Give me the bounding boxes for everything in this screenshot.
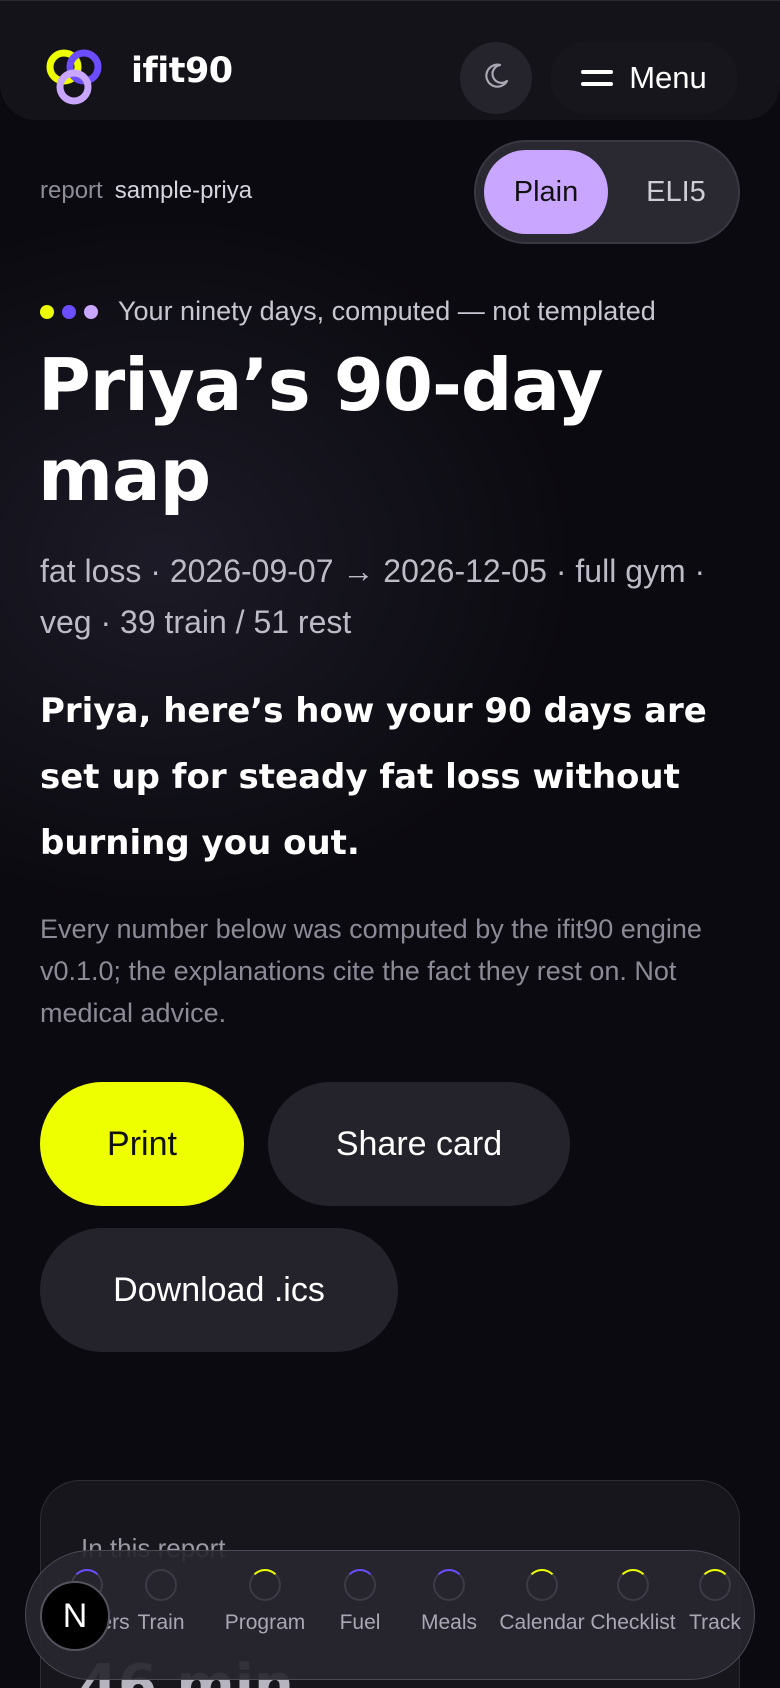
nav-item-train[interactable]: Train	[124, 1565, 198, 1665]
nav-label: Train	[137, 1611, 185, 1634]
mode-option-plain[interactable]: Plain	[484, 150, 608, 234]
share-card-button[interactable]: Share card	[268, 1082, 570, 1206]
report-id-value: sample-priya	[114, 177, 253, 204]
progress-ring-icon	[433, 1569, 465, 1601]
progress-ring-icon	[344, 1569, 376, 1601]
explanation-mode-toggle: Plain ELI5	[474, 140, 740, 244]
download-ics-button[interactable]: Download .ics	[40, 1228, 398, 1352]
brand-logo-icon[interactable]	[44, 47, 108, 109]
nav-label: Track	[689, 1611, 741, 1634]
nav-label: Fuel	[339, 1611, 381, 1634]
disclaimer-note: Every number below was computed by the i…	[40, 914, 702, 1028]
menu-button[interactable]: Menu	[550, 42, 738, 114]
nav-item-fuel[interactable]: Fuel	[326, 1565, 394, 1665]
mode-option-eli5[interactable]: ELI5	[626, 150, 726, 234]
report-id-row: report sample-priya	[40, 177, 252, 205]
theme-toggle-button[interactable]	[460, 42, 532, 114]
print-button[interactable]: Print	[40, 1082, 244, 1206]
lilac-dot-icon	[84, 304, 98, 319]
nav-label: Program	[224, 1611, 306, 1634]
top-header: ifit90 Menu	[0, 0, 780, 120]
progress-ring-icon	[617, 1569, 649, 1601]
nav-label: Meals	[420, 1611, 478, 1634]
plan-meta: fat loss · 2026-09-07 → 2026-12-05 · ful…	[40, 553, 706, 640]
hamburger-icon	[581, 68, 614, 88]
purple-dot-icon	[62, 304, 76, 319]
hero-eyebrow: Your ninety days, computed — not templat…	[40, 296, 656, 327]
report-key-label: report	[40, 177, 103, 204]
yellow-dot-icon	[40, 304, 54, 319]
framework-badge[interactable]: N	[40, 1581, 110, 1651]
progress-ring-icon	[249, 1569, 281, 1601]
brand-name[interactable]: ifit90	[131, 51, 233, 91]
nav-item-program[interactable]: Program	[208, 1565, 322, 1665]
progress-ring-icon	[526, 1569, 558, 1601]
nav-label: Checklist	[590, 1611, 676, 1634]
page-title: Priya’s 90-day map	[38, 343, 604, 517]
progress-ring-icon	[145, 1569, 177, 1601]
eyebrow-text: Your ninety days, computed — not templat…	[118, 296, 656, 326]
bottom-section-nav: Numbers Train Program Fuel Meals Calenda…	[25, 1550, 755, 1680]
progress-ring-icon	[699, 1569, 731, 1601]
plan-headline: Priya, here’s how your 90 days are set u…	[40, 691, 707, 863]
nav-item-track[interactable]: Track	[674, 1565, 756, 1665]
menu-label: Menu	[629, 60, 707, 95]
moon-icon	[481, 61, 511, 95]
